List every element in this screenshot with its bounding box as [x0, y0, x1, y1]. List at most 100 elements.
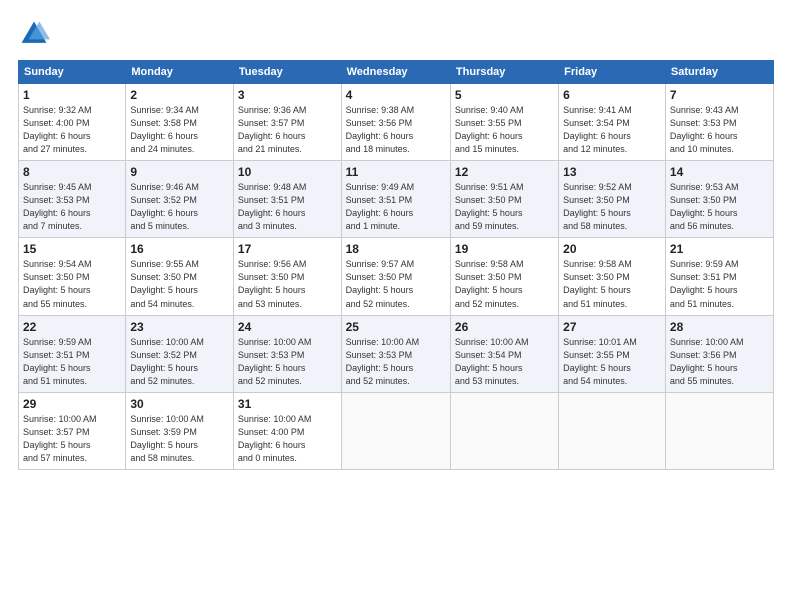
day-info: Sunrise: 10:00 AM Sunset: 3:53 PM Daylig…	[346, 336, 446, 388]
calendar-cell: 6 Sunrise: 9:41 AM Sunset: 3:54 PM Daylig…	[559, 84, 666, 161]
day-info: Sunrise: 9:46 AM Sunset: 3:52 PM Dayligh…	[130, 181, 229, 233]
day-info: Sunrise: 9:45 AM Sunset: 3:53 PM Dayligh…	[23, 181, 121, 233]
day-info: Sunrise: 9:32 AM Sunset: 4:00 PM Dayligh…	[23, 104, 121, 156]
calendar-cell: 1 Sunrise: 9:32 AM Sunset: 4:00 PM Daylig…	[19, 84, 126, 161]
calendar-cell: 26Sunrise: 10:00 AM Sunset: 3:54 PM Dayl…	[450, 315, 558, 392]
day-info: Sunrise: 10:00 AM Sunset: 3:56 PM Daylig…	[670, 336, 769, 388]
calendar-week-4: 22 Sunrise: 9:59 AM Sunset: 3:51 PM Dayli…	[19, 315, 774, 392]
day-number: 8	[23, 165, 121, 179]
calendar-week-2: 8 Sunrise: 9:45 AM Sunset: 3:53 PM Daylig…	[19, 161, 774, 238]
logo	[18, 18, 56, 50]
day-number: 6	[563, 88, 661, 102]
day-number: 24	[238, 320, 337, 334]
day-number: 3	[238, 88, 337, 102]
day-info: Sunrise: 9:36 AM Sunset: 3:57 PM Dayligh…	[238, 104, 337, 156]
calendar-cell: 15Sunrise: 9:54 AM Sunset: 3:50 PM Dayli…	[19, 238, 126, 315]
calendar-cell: 13 Sunrise: 9:52 AM Sunset: 3:50 PM Dayli…	[559, 161, 666, 238]
day-number: 18	[346, 242, 446, 256]
day-number: 19	[455, 242, 554, 256]
weekday-header-monday: Monday	[126, 61, 234, 84]
day-info: Sunrise: 9:58 AM Sunset: 3:50 PM Dayligh…	[455, 258, 554, 310]
day-info: Sunrise: 9:56 AM Sunset: 3:50 PM Dayligh…	[238, 258, 337, 310]
calendar-cell: 10Sunrise: 9:48 AM Sunset: 3:51 PM Dayli…	[233, 161, 341, 238]
calendar-cell: 5 Sunrise: 9:40 AM Sunset: 3:55 PM Daylig…	[450, 84, 558, 161]
calendar-table: SundayMondayTuesdayWednesdayThursdayFrid…	[18, 60, 774, 470]
calendar-cell: 24 Sunrise: 10:00 AM Sunset: 3:53 PM Dayl…	[233, 315, 341, 392]
calendar-cell: 12Sunrise: 9:51 AM Sunset: 3:50 PM Dayli…	[450, 161, 558, 238]
calendar-cell: 19 Sunrise: 9:58 AM Sunset: 3:50 PM Dayli…	[450, 238, 558, 315]
day-info: Sunrise: 9:43 AM Sunset: 3:53 PM Dayligh…	[670, 104, 769, 156]
day-info: Sunrise: 10:00 AM Sunset: 3:54 PM Daylig…	[455, 336, 554, 388]
day-info: Sunrise: 9:41 AM Sunset: 3:54 PM Dayligh…	[563, 104, 661, 156]
day-number: 31	[238, 397, 337, 411]
day-number: 22	[23, 320, 121, 334]
day-info: Sunrise: 9:57 AM Sunset: 3:50 PM Dayligh…	[346, 258, 446, 310]
day-info: Sunrise: 9:53 AM Sunset: 3:50 PM Dayligh…	[670, 181, 769, 233]
day-info: Sunrise: 9:38 AM Sunset: 3:56 PM Dayligh…	[346, 104, 446, 156]
day-number: 11	[346, 165, 446, 179]
calendar-cell: 9 Sunrise: 9:46 AM Sunset: 3:52 PM Daylig…	[126, 161, 234, 238]
day-info: Sunrise: 10:01 AM Sunset: 3:55 PM Daylig…	[563, 336, 661, 388]
weekday-header-thursday: Thursday	[450, 61, 558, 84]
calendar-cell	[665, 392, 773, 469]
day-info: Sunrise: 9:48 AM Sunset: 3:51 PM Dayligh…	[238, 181, 337, 233]
day-info: Sunrise: 9:51 AM Sunset: 3:50 PM Dayligh…	[455, 181, 554, 233]
day-number: 1	[23, 88, 121, 102]
day-number: 7	[670, 88, 769, 102]
day-info: Sunrise: 9:54 AM Sunset: 3:50 PM Dayligh…	[23, 258, 121, 310]
day-info: Sunrise: 10:00 AM Sunset: 4:00 PM Daylig…	[238, 413, 337, 465]
calendar-cell: 23 Sunrise: 10:00 AM Sunset: 3:52 PM Dayl…	[126, 315, 234, 392]
day-number: 13	[563, 165, 661, 179]
header	[18, 18, 774, 50]
calendar-cell: 14 Sunrise: 9:53 AM Sunset: 3:50 PM Dayli…	[665, 161, 773, 238]
calendar-cell: 20 Sunrise: 9:58 AM Sunset: 3:50 PM Dayli…	[559, 238, 666, 315]
calendar-cell: 27 Sunrise: 10:01 AM Sunset: 3:55 PM Dayl…	[559, 315, 666, 392]
calendar-cell: 21Sunrise: 9:59 AM Sunset: 3:51 PM Dayli…	[665, 238, 773, 315]
day-info: Sunrise: 10:00 AM Sunset: 3:57 PM Daylig…	[23, 413, 121, 465]
calendar-week-3: 15Sunrise: 9:54 AM Sunset: 3:50 PM Dayli…	[19, 238, 774, 315]
calendar-cell: 3 Sunrise: 9:36 AM Sunset: 3:57 PM Daylig…	[233, 84, 341, 161]
weekday-header-sunday: Sunday	[19, 61, 126, 84]
day-number: 28	[670, 320, 769, 334]
day-number: 5	[455, 88, 554, 102]
calendar-cell: 7 Sunrise: 9:43 AM Sunset: 3:53 PM Daylig…	[665, 84, 773, 161]
calendar-cell: 22 Sunrise: 9:59 AM Sunset: 3:51 PM Dayli…	[19, 315, 126, 392]
calendar-cell: 31 Sunrise: 10:00 AM Sunset: 4:00 PM Dayl…	[233, 392, 341, 469]
weekday-header-tuesday: Tuesday	[233, 61, 341, 84]
day-info: Sunrise: 9:40 AM Sunset: 3:55 PM Dayligh…	[455, 104, 554, 156]
day-number: 2	[130, 88, 229, 102]
day-number: 20	[563, 242, 661, 256]
calendar-cell: 8 Sunrise: 9:45 AM Sunset: 3:53 PM Daylig…	[19, 161, 126, 238]
day-info: Sunrise: 10:00 AM Sunset: 3:52 PM Daylig…	[130, 336, 229, 388]
calendar-cell: 17 Sunrise: 9:56 AM Sunset: 3:50 PM Dayli…	[233, 238, 341, 315]
calendar-cell: 18 Sunrise: 9:57 AM Sunset: 3:50 PM Dayli…	[341, 238, 450, 315]
day-number: 17	[238, 242, 337, 256]
weekday-header-row: SundayMondayTuesdayWednesdayThursdayFrid…	[19, 61, 774, 84]
day-number: 29	[23, 397, 121, 411]
calendar-cell	[559, 392, 666, 469]
day-number: 9	[130, 165, 229, 179]
day-info: Sunrise: 9:52 AM Sunset: 3:50 PM Dayligh…	[563, 181, 661, 233]
calendar-cell	[341, 392, 450, 469]
day-info: Sunrise: 9:55 AM Sunset: 3:50 PM Dayligh…	[130, 258, 229, 310]
day-info: Sunrise: 9:58 AM Sunset: 3:50 PM Dayligh…	[563, 258, 661, 310]
day-info: Sunrise: 9:49 AM Sunset: 3:51 PM Dayligh…	[346, 181, 446, 233]
day-number: 16	[130, 242, 229, 256]
weekday-header-saturday: Saturday	[665, 61, 773, 84]
day-number: 23	[130, 320, 229, 334]
day-number: 30	[130, 397, 229, 411]
day-number: 27	[563, 320, 661, 334]
logo-icon	[18, 18, 50, 50]
calendar-week-5: 29 Sunrise: 10:00 AM Sunset: 3:57 PM Dayl…	[19, 392, 774, 469]
calendar-page: SundayMondayTuesdayWednesdayThursdayFrid…	[0, 0, 792, 612]
day-number: 25	[346, 320, 446, 334]
day-info: Sunrise: 9:59 AM Sunset: 3:51 PM Dayligh…	[670, 258, 769, 310]
day-number: 14	[670, 165, 769, 179]
calendar-cell: 30 Sunrise: 10:00 AM Sunset: 3:59 PM Dayl…	[126, 392, 234, 469]
calendar-cell: 16 Sunrise: 9:55 AM Sunset: 3:50 PM Dayli…	[126, 238, 234, 315]
day-info: Sunrise: 10:00 AM Sunset: 3:53 PM Daylig…	[238, 336, 337, 388]
day-info: Sunrise: 9:59 AM Sunset: 3:51 PM Dayligh…	[23, 336, 121, 388]
day-info: Sunrise: 10:00 AM Sunset: 3:59 PM Daylig…	[130, 413, 229, 465]
calendar-cell: 4Sunrise: 9:38 AM Sunset: 3:56 PM Daylig…	[341, 84, 450, 161]
calendar-cell: 28 Sunrise: 10:00 AM Sunset: 3:56 PM Dayl…	[665, 315, 773, 392]
